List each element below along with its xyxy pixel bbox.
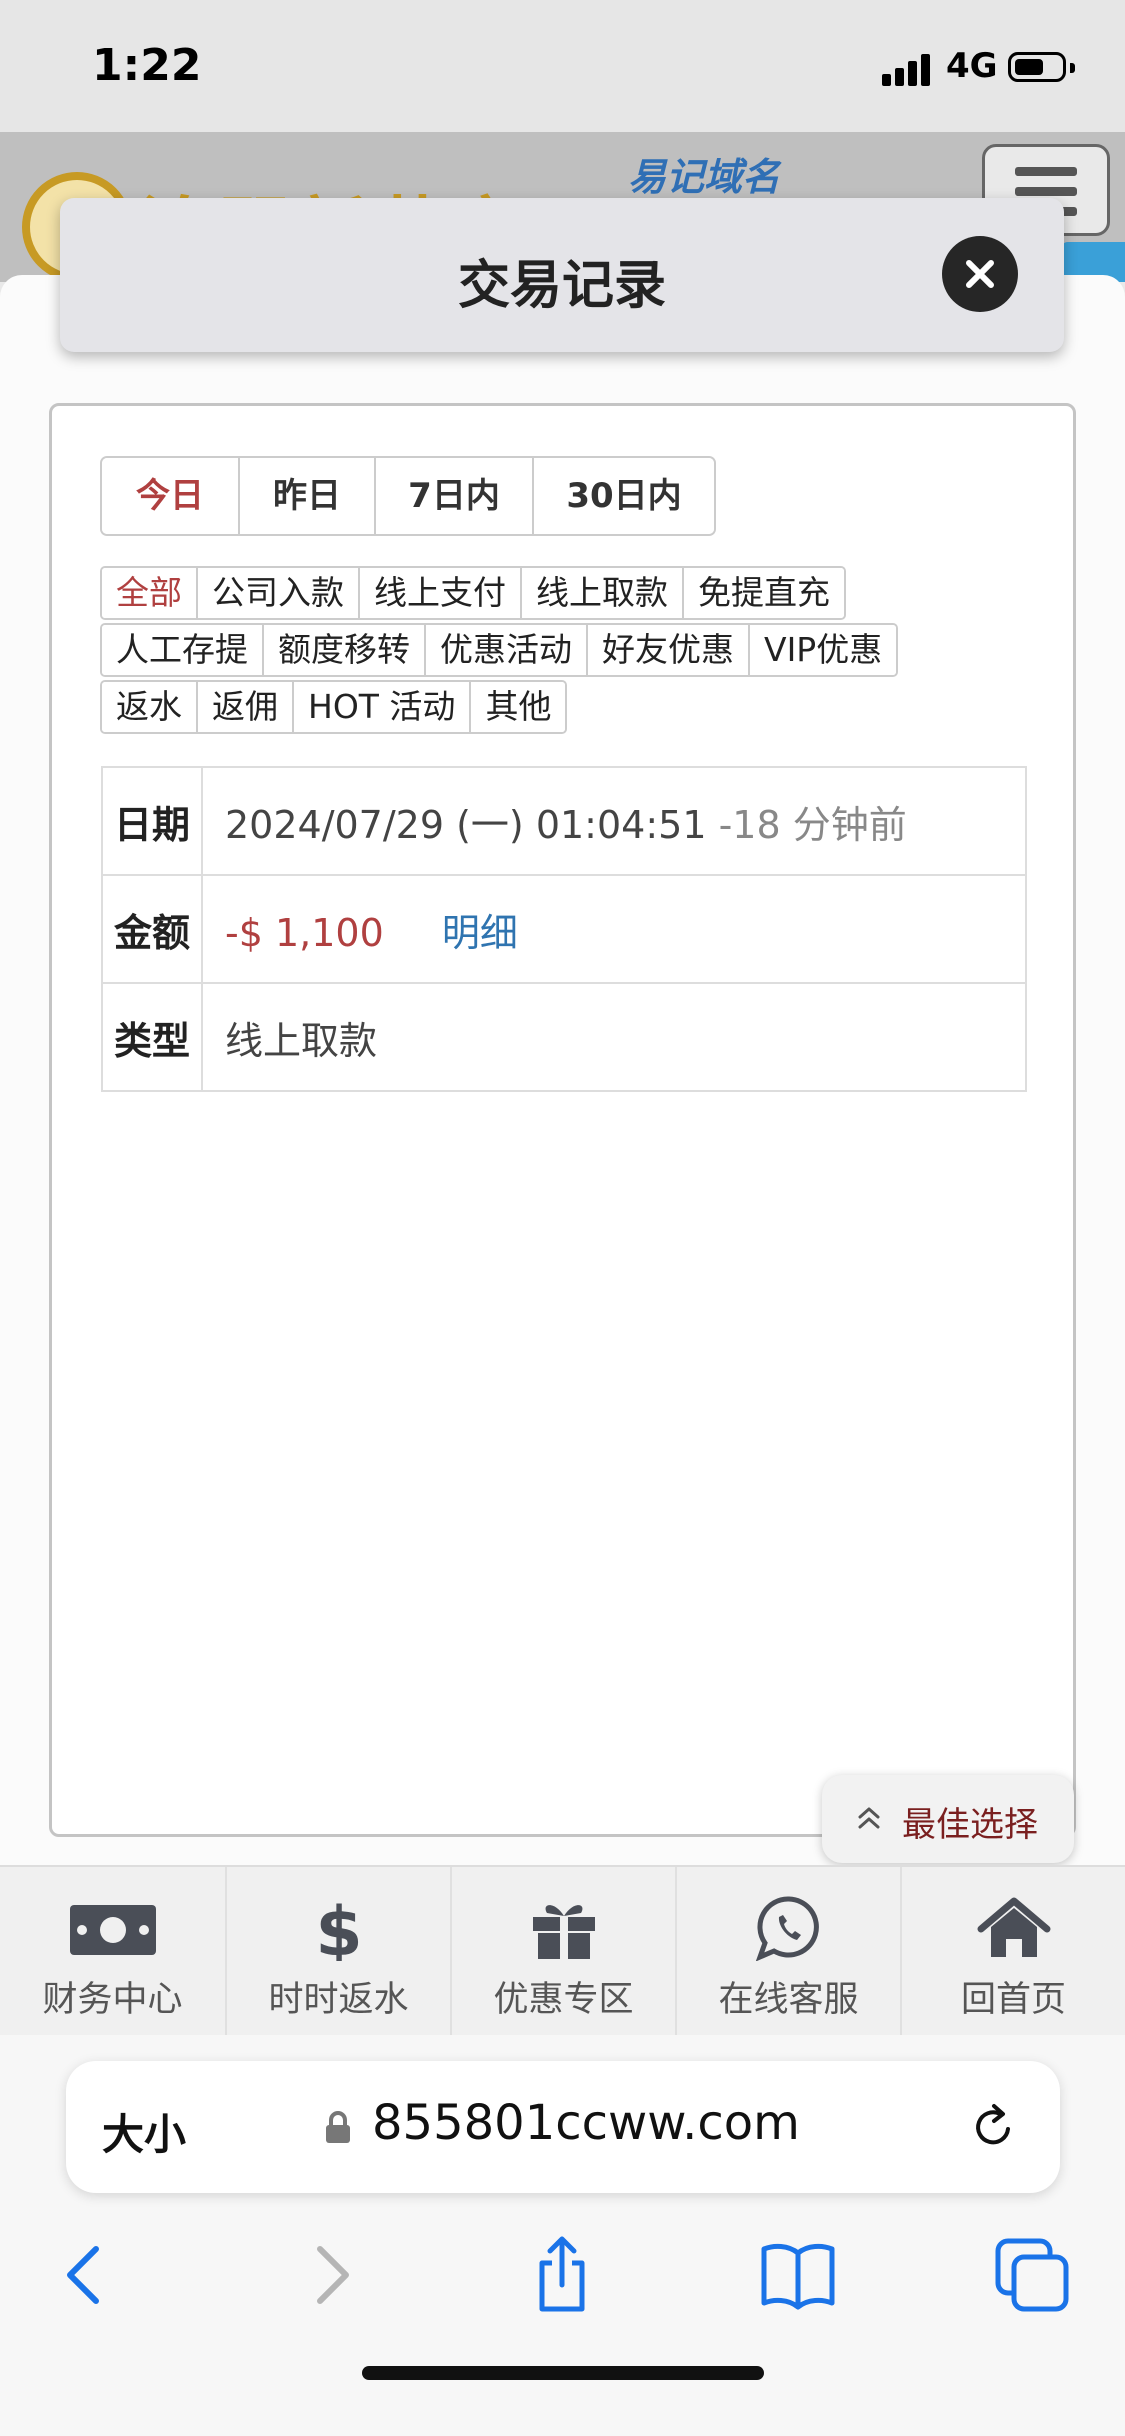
tab-today[interactable]: 今日	[102, 458, 238, 534]
category-direct-topup[interactable]: 免提直充	[682, 568, 844, 618]
double-chevron-up-icon	[858, 1807, 880, 1829]
share-icon[interactable]	[522, 2235, 602, 2315]
nav-label: 在线客服	[718, 1980, 859, 2020]
category-row-3: 返水 返佣 HOT 活动 其他	[100, 680, 568, 734]
type-label: 类型	[101, 982, 203, 1092]
amount-cell: -$ 1,100 明细	[201, 874, 1027, 984]
bookmarks-icon[interactable]	[758, 2235, 838, 2315]
transaction-panel: 今日 昨日 7日内 30日内 全部 公司入款 线上支付 线上取款 免提直充 人工…	[49, 403, 1076, 1837]
gift-icon	[532, 1905, 595, 1959]
page-sheet: 今日 昨日 7日内 30日内 全部 公司入款 线上支付 线上取款 免提直充 人工…	[0, 275, 1125, 1865]
best-choice-label: 最佳选择	[902, 1805, 1038, 1845]
home-icon	[977, 1897, 1050, 1957]
category-transfer[interactable]: 额度移转	[262, 625, 424, 675]
amount-label: 金额	[101, 874, 203, 984]
category-promotions[interactable]: 优惠活动	[424, 625, 586, 675]
table-row: 类型 线上取款	[101, 982, 1027, 1092]
status-time: 1:22	[92, 40, 202, 91]
signal-icon	[882, 52, 934, 86]
nav-promotions[interactable]: 优惠专区	[450, 1867, 675, 2037]
close-icon	[966, 260, 994, 288]
modal-title: 交易记录	[457, 256, 666, 316]
svg-text:$: $	[315, 1895, 362, 1961]
category-online-withdrawal[interactable]: 线上取款	[520, 568, 682, 618]
nav-rebate[interactable]: $ 时时返水	[225, 1867, 450, 2037]
nav-label: 财务中心	[42, 1980, 183, 2020]
amount-value: -$ 1,100	[225, 910, 384, 955]
forward-icon[interactable]	[290, 2235, 370, 2315]
record-table: 日期 2024/07/29 (一) 01:04:51 -18 分钟前 金额 -$…	[101, 766, 1027, 1092]
category-all[interactable]: 全部	[102, 568, 196, 618]
tabs-icon[interactable]	[992, 2235, 1072, 2315]
category-manual[interactable]: 人工存提	[102, 625, 262, 675]
table-row: 金额 -$ 1,100 明细	[101, 874, 1027, 984]
home-indicator	[362, 2366, 764, 2380]
dollar-icon: $	[315, 1895, 362, 1961]
category-online-payment[interactable]: 线上支付	[358, 568, 520, 618]
nav-customer-service[interactable]: 在线客服	[675, 1867, 900, 2037]
date-cell: 2024/07/29 (一) 01:04:51 -18 分钟前	[201, 766, 1027, 876]
domain-link[interactable]: 易记域名	[628, 146, 780, 201]
category-commission[interactable]: 返佣	[196, 682, 292, 732]
status-bar: 1:22 4G	[0, 0, 1125, 132]
tab-yesterday[interactable]: 昨日	[238, 458, 374, 534]
money-icon	[69, 1905, 156, 1955]
type-value: 线上取款	[201, 982, 1027, 1092]
best-choice-button[interactable]: 最佳选择	[822, 1775, 1074, 1863]
category-row-2: 人工存提 额度移转 优惠活动 好友优惠 VIP优惠	[100, 623, 899, 677]
close-button[interactable]	[942, 236, 1018, 312]
bottom-nav: 财务中心 $ 时时返水 优惠专区 在线客服 回首页	[0, 1865, 1125, 2037]
tab-7-days[interactable]: 7日内	[374, 458, 532, 534]
category-row-1: 全部 公司入款 线上支付 线上取款 免提直充	[100, 566, 846, 620]
modal-header: 交易记录	[60, 198, 1064, 352]
whatsapp-icon	[755, 1896, 819, 1961]
date-ago: -18 分钟前	[718, 802, 907, 847]
category-other[interactable]: 其他	[469, 682, 566, 732]
network-type: 4G	[946, 46, 998, 86]
nav-label: 优惠专区	[493, 1980, 634, 2020]
table-row: 日期 2024/07/29 (一) 01:04:51 -18 分钟前	[101, 766, 1027, 876]
battery-icon	[1008, 52, 1075, 82]
category-friend-bonus[interactable]: 好友优惠	[586, 625, 748, 675]
address-bar[interactable]: 大小 855801ccww.com	[66, 2061, 1060, 2193]
nav-label: 时时返水	[268, 1980, 409, 2020]
nav-label: 回首页	[960, 1980, 1066, 2020]
category-company-deposit[interactable]: 公司入款	[196, 568, 358, 618]
back-icon[interactable]	[46, 2235, 126, 2315]
period-tabs: 今日 昨日 7日内 30日内	[100, 456, 716, 536]
nav-home[interactable]: 回首页	[900, 1867, 1125, 2037]
category-vip-bonus[interactable]: VIP优惠	[748, 625, 897, 675]
detail-link[interactable]: 明细	[442, 911, 518, 955]
lock-icon	[326, 2111, 350, 2143]
text-size-button[interactable]: 大小	[102, 2101, 186, 2162]
date-label: 日期	[101, 766, 203, 876]
url-text[interactable]: 855801ccww.com	[372, 2095, 800, 2151]
category-rebate[interactable]: 返水	[102, 682, 196, 732]
date-value: 2024/07/29 (一) 01:04:51	[225, 802, 707, 847]
reload-icon[interactable]	[966, 2099, 1022, 2155]
tab-30-days[interactable]: 30日内	[532, 458, 714, 534]
category-hot-events[interactable]: HOT 活动	[292, 682, 470, 732]
nav-finance-center[interactable]: 财务中心	[0, 1867, 225, 2037]
